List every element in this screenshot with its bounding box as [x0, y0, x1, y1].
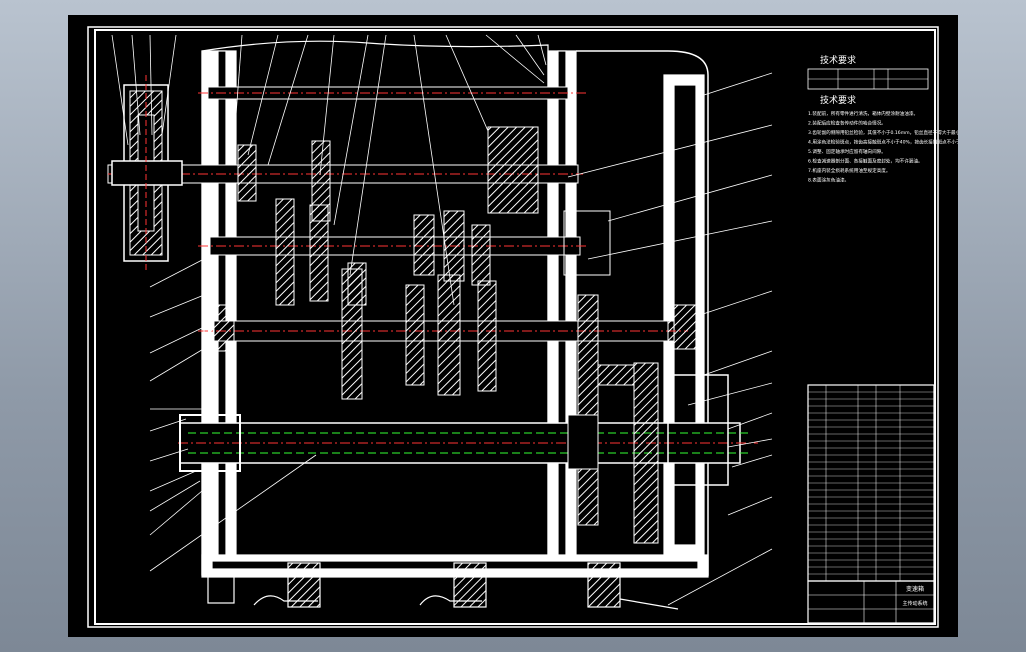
title-block-sub: 主传动系统 — [902, 600, 927, 607]
tech-req-line: 5.调整、固定轴承时应留有轴向间隙。 — [808, 148, 886, 155]
shaft-5-output — [178, 422, 758, 464]
tech-req-line: 3.齿轮副的侧隙用铅丝检验，其值不小于0.16mm，铅丝直径不得大于最小侧隙的4… — [808, 129, 958, 136]
spec-table-title: 技术要求 — [820, 54, 856, 66]
tech-req-title: 技术要求 — [820, 94, 856, 106]
title-block-name: 变速箱 — [906, 585, 924, 593]
title-block: 变速箱 主传动系统 — [807, 580, 935, 624]
tech-req-line: 6.检查减速器剖分面、各接触面及密封处，均不许漏油。 — [808, 158, 923, 165]
cad-viewport[interactable]: 技术要求 技术要求 1.装配前，所有零件进行清洗，箱体内壁涂耐油油漆。 2.装配后… — [0, 0, 1026, 652]
tech-req-line: 7.机座内装全损耗系统用油至规定高度。 — [808, 167, 890, 174]
assembly-drawing: 技术要求 技术要求 1.装配前，所有零件进行清洗，箱体内壁涂耐油油漆。 2.装配后… — [87, 26, 958, 628]
drawing-sheet: 技术要求 技术要求 1.装配前，所有零件进行清洗，箱体内壁涂耐油油漆。 2.装配后… — [68, 15, 958, 637]
v-belt-pulley — [111, 75, 183, 271]
tech-req-line: 2.装配后应检查各传动件的啮合情况。 — [808, 120, 886, 127]
tech-req-line: 1.装配前，所有零件进行清洗，箱体内壁涂耐油油漆。 — [808, 110, 918, 117]
tech-req-line: 4.用涂色法检验斑点，按齿高接触斑点不小于40%，按齿长接触斑点不小于50%。 — [808, 139, 958, 146]
shaft-3 — [198, 236, 588, 256]
tech-req-line: 8.表面涂灰色油漆。 — [808, 177, 849, 184]
parts-list — [807, 384, 935, 582]
shaft-1 — [198, 86, 588, 100]
